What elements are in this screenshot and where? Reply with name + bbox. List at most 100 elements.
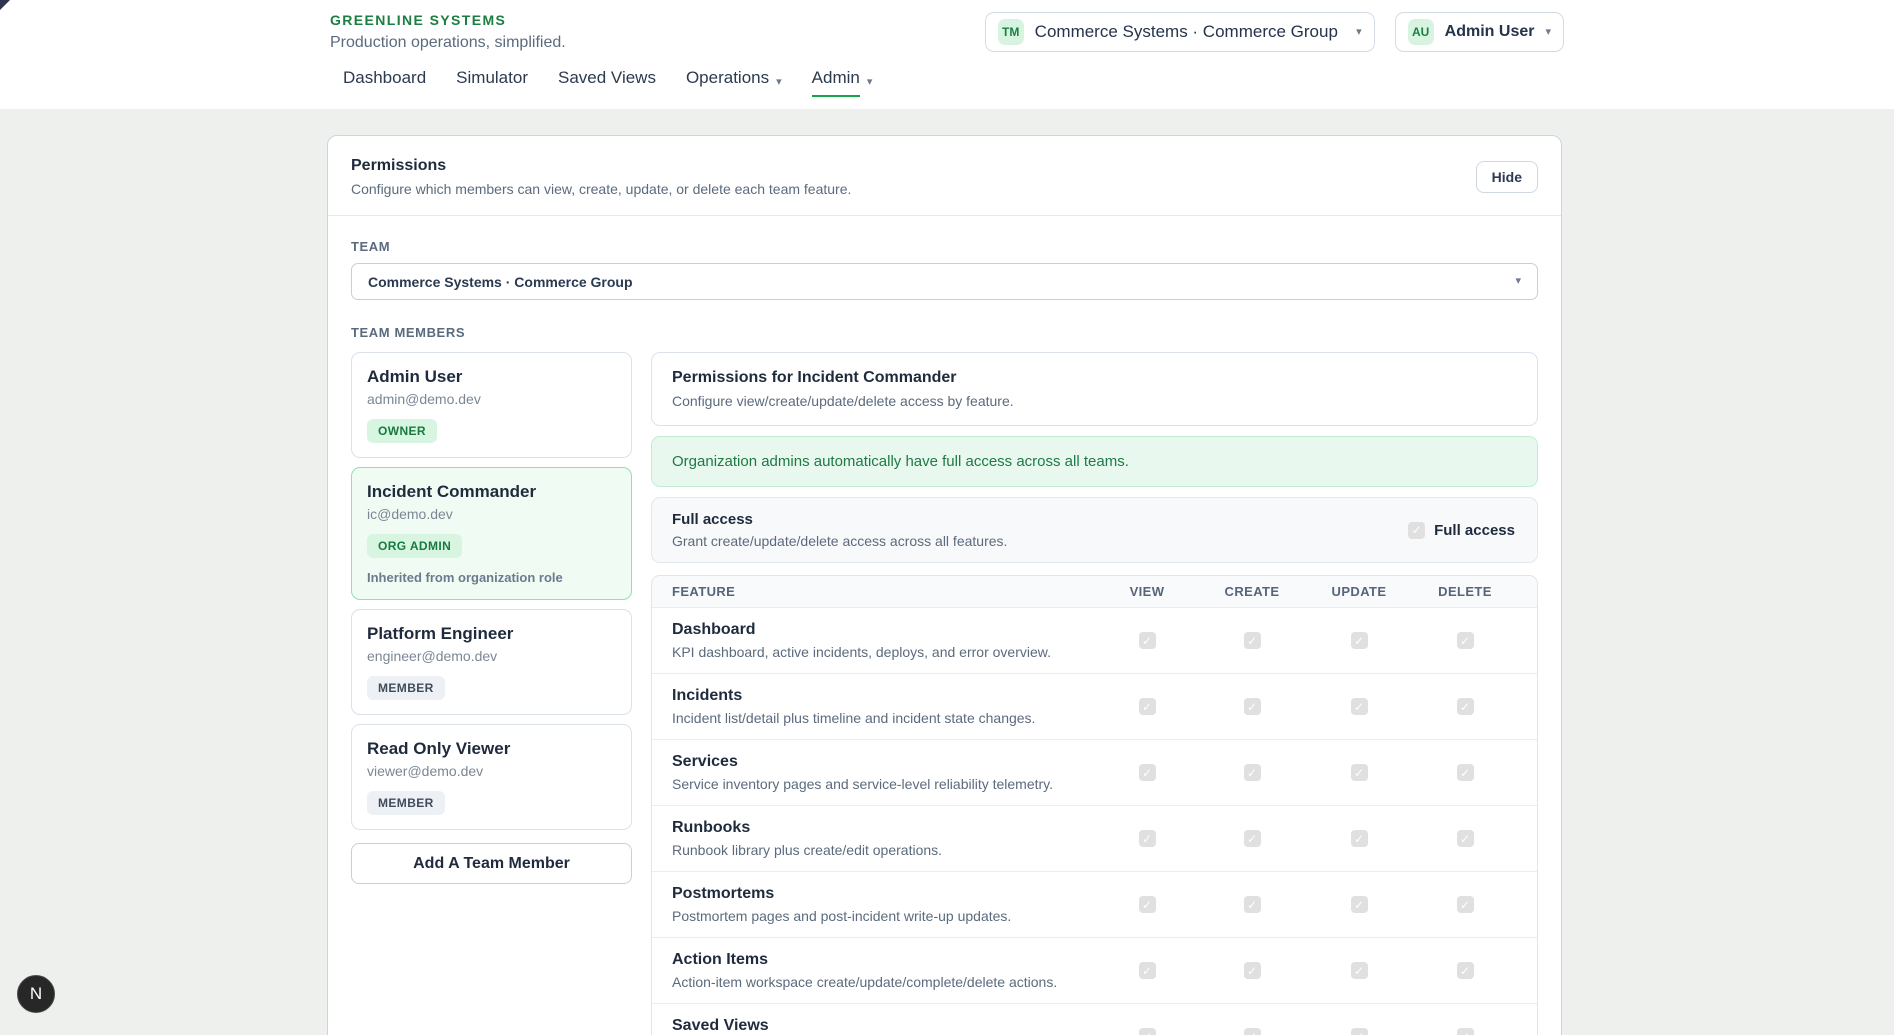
feature-name: Runbooks (672, 818, 1095, 837)
brand-name: GREENLINE SYSTEMS (330, 12, 872, 28)
brand-tagline: Production operations, simplified. (330, 34, 872, 52)
team-switcher[interactable]: TM Commerce Systems · Commerce Group ▾ (985, 12, 1375, 52)
team-select[interactable]: Commerce Systems · Commerce Group ▾ (351, 263, 1538, 300)
nav-item-simulator[interactable]: Simulator (456, 68, 528, 97)
feature-row-runbooks: RunbooksRunbook library plus create/edit… (652, 805, 1537, 871)
delete-checkbox[interactable]: ✓ (1457, 632, 1474, 649)
create-checkbox[interactable]: ✓ (1244, 764, 1261, 781)
create-cell: ✓ (1199, 1028, 1305, 1035)
create-checkbox[interactable]: ✓ (1244, 698, 1261, 715)
create-checkbox[interactable]: ✓ (1244, 962, 1261, 979)
update-checkbox[interactable]: ✓ (1351, 1028, 1368, 1035)
create-checkbox[interactable]: ✓ (1244, 1028, 1261, 1035)
brand-block: GREENLINE SYSTEMS Production operations,… (330, 12, 872, 52)
feature-cell: Action Items Action-item workspace create… (672, 950, 1095, 991)
update-cell: ✓ (1305, 632, 1413, 649)
delete-checkbox[interactable]: ✓ (1457, 962, 1474, 979)
member-card-platform-engineer[interactable]: Platform Engineer engineer@demo.dev MEMBER (351, 609, 632, 715)
delete-checkbox[interactable]: ✓ (1457, 764, 1474, 781)
dev-tools-button[interactable]: N (17, 975, 55, 1013)
nav-item-saved-views[interactable]: Saved Views (558, 68, 656, 97)
member-role-note: Inherited from organization role (367, 570, 616, 585)
nav-item-admin[interactable]: Admin▾ (812, 68, 873, 97)
view-cell: ✓ (1095, 962, 1199, 979)
update-cell: ✓ (1305, 1028, 1413, 1035)
member-card-admin-user[interactable]: Admin Useradmin@demo.devOWNER (351, 352, 632, 458)
delete-cell: ✓ (1413, 830, 1517, 847)
feature-name: Postmortems (672, 884, 1095, 903)
member-name: Platform Engineer (367, 624, 616, 644)
hide-button[interactable]: Hide (1476, 161, 1538, 193)
feature-row-incidents: IncidentsIncident list/detail plus timel… (652, 673, 1537, 739)
team-select-value: Commerce Systems · Commerce Group (368, 274, 633, 290)
view-checkbox[interactable]: ✓ (1139, 830, 1156, 847)
update-checkbox[interactable]: ✓ (1351, 764, 1368, 781)
view-checkbox[interactable]: ✓ (1139, 632, 1156, 649)
update-cell: ✓ (1305, 698, 1413, 715)
update-cell: ✓ (1305, 962, 1413, 979)
feature-description: Service inventory pages and service-leve… (672, 776, 1095, 793)
view-checkbox[interactable]: ✓ (1139, 764, 1156, 781)
feature-cell: Postmortems Postmortem pages and post-inc… (672, 884, 1095, 925)
view-checkbox[interactable]: ✓ (1139, 962, 1156, 979)
member-email: engineer@demo.dev (367, 648, 616, 664)
update-checkbox[interactable]: ✓ (1351, 962, 1368, 979)
view-checkbox[interactable]: ✓ (1139, 698, 1156, 715)
column-header-update: UPDATE (1305, 584, 1413, 599)
add-team-member-button[interactable]: Add A Team Member (351, 843, 632, 884)
feature-name: Saved Views (672, 1016, 1095, 1035)
member-name: Admin User (367, 367, 616, 387)
nav-item-label: Admin (812, 68, 860, 97)
member-permissions-header: Permissions for Incident Commander Confi… (651, 352, 1538, 426)
create-checkbox[interactable]: ✓ (1244, 830, 1261, 847)
update-checkbox[interactable]: ✓ (1351, 698, 1368, 715)
feature-name: Dashboard (672, 620, 1095, 639)
update-checkbox[interactable]: ✓ (1351, 830, 1368, 847)
member-card-read-only-viewer[interactable]: Read Only Viewerviewer@demo.devMEMBER (351, 724, 632, 830)
feature-row-saved-views: Saved ViewsSaved filter-view creation, l… (652, 1003, 1537, 1035)
delete-checkbox[interactable]: ✓ (1457, 1028, 1474, 1035)
view-cell: ✓ (1095, 632, 1199, 649)
nav-item-operations[interactable]: Operations▾ (686, 68, 782, 97)
permissions-panel: Permissions Configure which members can … (327, 135, 1562, 1035)
create-checkbox[interactable]: ✓ (1244, 632, 1261, 649)
chevron-down-icon: ▾ (1515, 276, 1521, 287)
full-access-checkbox[interactable]: ✓ (1408, 522, 1425, 539)
page-description: Configure which members can view, create… (351, 181, 851, 197)
view-checkbox[interactable]: ✓ (1139, 1028, 1156, 1035)
feature-description: Action-item workspace create/update/comp… (672, 974, 1095, 991)
update-cell: ✓ (1305, 830, 1413, 847)
delete-checkbox[interactable]: ✓ (1457, 698, 1474, 715)
full-access-description: Grant create/update/delete access across… (672, 533, 1007, 549)
member-card-incident-commander[interactable]: Incident Commanderic@demo.devORG ADMINIn… (351, 467, 632, 600)
create-checkbox[interactable]: ✓ (1244, 896, 1261, 913)
delete-cell: ✓ (1413, 896, 1517, 913)
user-menu[interactable]: AU Admin User ▾ (1395, 12, 1564, 52)
full-access-title: Full access (672, 511, 1007, 528)
feature-cell: DashboardKPI dashboard, active incidents… (672, 620, 1095, 661)
member-permissions-title: Permissions for Incident Commander (672, 369, 1517, 387)
permissions-table-header: FEATUREVIEWCREATEUPDATEDELETE (652, 576, 1537, 607)
full-access-checkbox-label: Full access (1434, 522, 1515, 539)
feature-row-dashboard: DashboardKPI dashboard, active incidents… (652, 607, 1537, 673)
update-checkbox[interactable]: ✓ (1351, 632, 1368, 649)
feature-name: Action Items (672, 950, 1095, 969)
team-field-label: TEAM (351, 239, 1538, 254)
members-column: Admin Useradmin@demo.devOWNERIncident Co… (351, 352, 632, 884)
member-role-badge: MEMBER (367, 676, 445, 700)
member-email: admin@demo.dev (367, 391, 616, 407)
create-cell: ✓ (1199, 830, 1305, 847)
update-checkbox[interactable]: ✓ (1351, 896, 1368, 913)
page-title: Permissions (351, 157, 851, 175)
nav-item-dashboard[interactable]: Dashboard (343, 68, 426, 97)
chevron-down-icon: ▾ (1545, 27, 1551, 38)
delete-checkbox[interactable]: ✓ (1457, 830, 1474, 847)
view-checkbox[interactable]: ✓ (1139, 896, 1156, 913)
feature-name: Incidents (672, 686, 1095, 705)
delete-cell: ✓ (1413, 1028, 1517, 1035)
feature-name: Services (672, 752, 1095, 771)
delete-checkbox[interactable]: ✓ (1457, 896, 1474, 913)
chevron-down-icon: ▾ (1356, 27, 1362, 38)
feature-description: Postmortem pages and post-incident write… (672, 908, 1095, 925)
member-role-badge: MEMBER (367, 791, 445, 815)
